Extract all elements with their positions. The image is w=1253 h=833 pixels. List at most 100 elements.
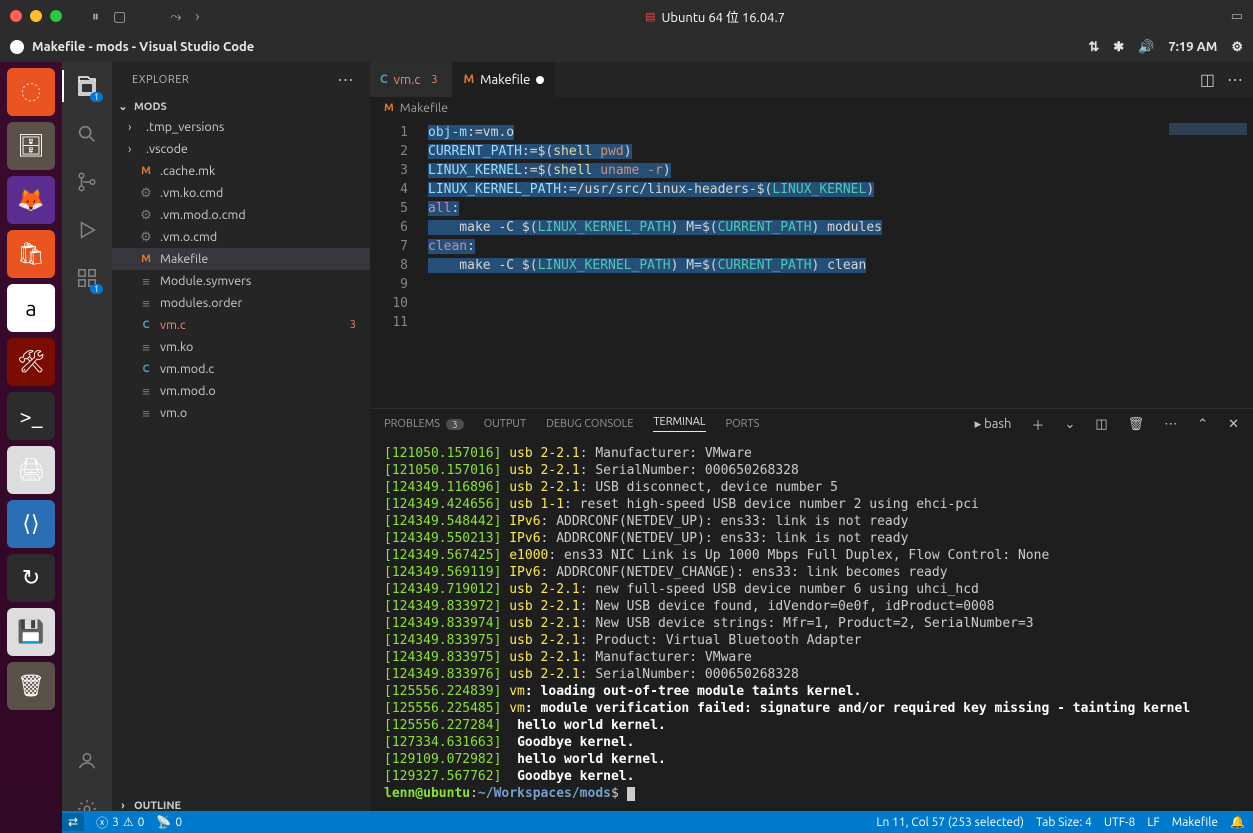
- activity-account[interactable]: [73, 747, 101, 775]
- code-content[interactable]: obj-m:=vm.oCURRENT_PATH:=$(shell pwd)LIN…: [420, 119, 1163, 408]
- file-vm.ko[interactable]: ≡vm.ko: [112, 336, 370, 358]
- breadcrumb[interactable]: M Makefile: [370, 97, 1253, 119]
- tab-problems[interactable]: PROBLEMS 3: [384, 418, 464, 430]
- editor-tabs: Cvm.c3MMakefile ◫ ⋯: [370, 62, 1253, 97]
- tab-debug-console[interactable]: DEBUG CONSOLE: [546, 418, 633, 430]
- clock[interactable]: 7:19 AM: [1168, 40, 1217, 54]
- terminal-icon[interactable]: >_: [7, 392, 55, 440]
- chevron-down-icon: ⌄: [116, 100, 130, 113]
- close-icon[interactable]: [10, 10, 22, 22]
- file-vm.o[interactable]: ≡vm.o: [112, 402, 370, 424]
- terminal-output[interactable]: [121050.157016] usb 2-2.1: Manufacturer:…: [370, 439, 1253, 833]
- problems-badge: 3: [446, 419, 464, 430]
- activity-extensions[interactable]: 1: [73, 264, 101, 292]
- close-panel-icon[interactable]: ✕: [1228, 417, 1239, 432]
- sidebar-more-icon[interactable]: ⋯: [338, 70, 355, 89]
- file-.tmp_versions[interactable]: ›.tmp_versions: [112, 116, 370, 138]
- doc-icon: ▤: [645, 10, 655, 23]
- extensions-badge: 1: [90, 284, 103, 294]
- status-bell-icon[interactable]: 🔔: [1230, 815, 1245, 829]
- status-encoding[interactable]: UTF-8: [1104, 816, 1135, 829]
- status-language[interactable]: Makefile: [1172, 816, 1218, 829]
- minimap[interactable]: [1163, 119, 1253, 408]
- settings-icon[interactable]: 🛠: [7, 338, 55, 386]
- activity-debug[interactable]: [73, 216, 101, 244]
- amazon-icon[interactable]: a: [7, 284, 55, 332]
- file-Module.symvers[interactable]: ≡Module.symvers: [112, 270, 370, 292]
- file-Makefile[interactable]: MMakefile: [112, 248, 370, 270]
- chevron-right-icon: ›: [128, 142, 140, 156]
- bluetooth-icon[interactable]: ✱: [1113, 40, 1124, 55]
- status-eol[interactable]: LF: [1147, 816, 1159, 829]
- pause-icon[interactable]: ⏸: [92, 8, 99, 25]
- update-icon[interactable]: ↻: [7, 554, 55, 602]
- chevron-up-icon[interactable]: ⌃: [1197, 417, 1208, 432]
- lines-icon: ≡: [138, 406, 154, 421]
- tab-ports[interactable]: PORTS: [726, 418, 760, 430]
- panel-tabs: PROBLEMS 3 OUTPUT DEBUG CONSOLE TERMINAL…: [370, 409, 1253, 439]
- printer-icon[interactable]: 🖨: [7, 446, 55, 494]
- code-editor[interactable]: 1234567891011 obj-m:=vm.oCURRENT_PATH:=$…: [370, 119, 1253, 408]
- gear-icon[interactable]: ⚙: [1231, 40, 1243, 55]
- more-icon[interactable]: ⋯: [1164, 417, 1177, 432]
- tab-Makefile[interactable]: MMakefile: [453, 62, 555, 97]
- ubuntu-top-bar: Makefile - mods - Visual Studio Code ⇅ ✱…: [0, 32, 1253, 62]
- activity-source-control[interactable]: [73, 168, 101, 196]
- file-modules.order[interactable]: ≡modules.order: [112, 292, 370, 314]
- tab-terminal[interactable]: TERMINAL: [653, 416, 705, 432]
- new-terminal-icon[interactable]: ＋: [1031, 415, 1044, 434]
- file-.cache.mk[interactable]: M.cache.mk: [112, 160, 370, 182]
- firefox-icon[interactable]: 🦊: [7, 176, 55, 224]
- status-radio[interactable]: 📡 0: [156, 815, 182, 829]
- file-.vm.mod.o.cmd[interactable]: ⚙.vm.mod.o.cmd: [112, 204, 370, 226]
- window-title: Makefile - mods - Visual Studio Code: [32, 40, 254, 54]
- disk-icon[interactable]: 💾: [7, 608, 55, 656]
- activity-explorer[interactable]: 1: [73, 72, 101, 100]
- section-mods[interactable]: ⌄ MODS: [112, 97, 370, 116]
- file-vm.mod.c[interactable]: Cvm.mod.c: [112, 358, 370, 380]
- lines-icon: ≡: [138, 274, 154, 289]
- file-.vm.o.cmd[interactable]: ⚙.vm.o.cmd: [112, 226, 370, 248]
- file-vm.c[interactable]: Cvm.c3: [112, 314, 370, 336]
- ubuntu-icon[interactable]: ◌: [7, 68, 55, 116]
- volume-icon[interactable]: 🔊: [1138, 40, 1154, 55]
- mac-titlebar: ⏸ ▢ ⤳ › ▤ Ubuntu 64 位 16.04.7 ▭: [0, 0, 1253, 32]
- more-actions-icon[interactable]: ⋯: [1227, 70, 1243, 89]
- gear-icon: ⚙: [138, 208, 154, 223]
- trash-icon[interactable]: 🗑: [1128, 417, 1145, 432]
- dirty-dot-icon: [536, 76, 544, 84]
- minimize-icon[interactable]: [30, 10, 42, 22]
- snapshot-icon[interactable]: ▢: [113, 8, 126, 25]
- maximize-window-icon[interactable]: ▭: [1231, 9, 1243, 24]
- file-.vm.ko.cmd[interactable]: ⚙.vm.ko.cmd: [112, 182, 370, 204]
- tool-icon[interactable]: ⤳: [170, 8, 181, 25]
- software-icon[interactable]: 🛍: [7, 230, 55, 278]
- makefile-icon: M: [384, 102, 394, 114]
- split-editor-icon[interactable]: ◫: [1200, 70, 1215, 89]
- tab-output[interactable]: OUTPUT: [484, 418, 526, 430]
- status-cursor[interactable]: Ln 11, Col 57 (253 selected): [876, 816, 1024, 829]
- gear-icon: ⚙: [138, 186, 154, 201]
- activity-search[interactable]: [73, 120, 101, 148]
- c-icon: C: [138, 363, 154, 375]
- remote-indicator[interactable]: ⇄: [62, 813, 84, 831]
- network-icon[interactable]: ⇅: [1088, 40, 1099, 55]
- status-bar: ⇄ ⓧ 3 ⚠ 0 📡 0 Ln 11, Col 57 (253 selecte…: [62, 811, 1253, 833]
- chevron-down-icon[interactable]: ⌄: [1064, 417, 1075, 432]
- chevron-right-icon: ›: [128, 120, 140, 134]
- mk-icon: M: [138, 253, 154, 265]
- bottom-panel: PROBLEMS 3 OUTPUT DEBUG CONSOLE TERMINAL…: [370, 408, 1253, 833]
- vscode-icon[interactable]: ⟨⟩: [7, 500, 55, 548]
- status-errors[interactable]: ⓧ 3 ⚠ 0: [96, 814, 144, 831]
- files-icon[interactable]: 🗄: [7, 122, 55, 170]
- shell-picker[interactable]: ▸ bash: [975, 417, 1012, 432]
- tab-vm.c[interactable]: Cvm.c3: [370, 62, 453, 97]
- lines-icon: ≡: [138, 340, 154, 355]
- status-tab-size[interactable]: Tab Size: 4: [1036, 816, 1092, 829]
- split-terminal-icon[interactable]: ◫: [1095, 417, 1107, 432]
- maximize-icon[interactable]: [50, 10, 62, 22]
- file-vm.mod.o[interactable]: ≡vm.mod.o: [112, 380, 370, 402]
- trash-icon[interactable]: 🗑: [7, 662, 55, 710]
- sidebar-title: EXPLORER: [132, 74, 189, 86]
- file-.vscode[interactable]: ›.vscode: [112, 138, 370, 160]
